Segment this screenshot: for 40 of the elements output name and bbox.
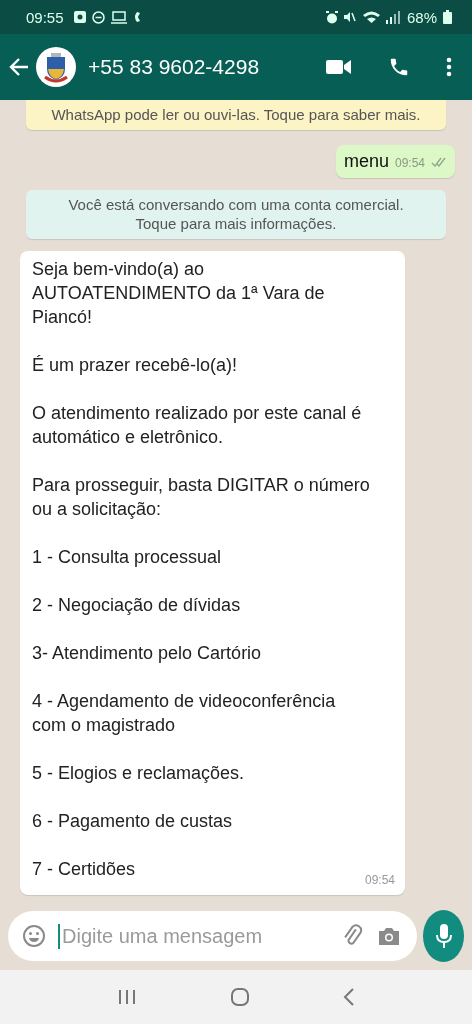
info-notice[interactable]: WhatsApp pode ler ou ouvi-las. Toque para saber mais. [26,100,446,130]
message-paragraph: 3- Atendimento pelo Cartório [32,642,262,665]
phone-icon[interactable] [388,56,410,78]
message-paragraph: 1 - Consulta processual [32,546,222,569]
battery-icon [443,10,452,24]
message-field[interactable]: Digite uma mensagem [8,911,417,961]
message-paragraph: O atendimento realizado por este canal é automático e eletrônico. [32,402,362,449]
message-paragraph: É um prazer recebê-lo(a)! [32,354,238,377]
info-notice[interactable]: Você está conversando com uma conta comercial. Toque para mais informações. [26,190,446,239]
message-text: menu [343,151,389,172]
more-options-icon[interactable] [446,57,452,77]
message-paragraph: 6 - Pagamento de custas [32,810,233,833]
home-icon[interactable] [230,987,250,1007]
video-call-icon[interactable] [326,58,352,76]
wifi-icon [362,11,380,23]
message-paragraph: 5 - Elogios e reclamações. [32,762,245,785]
mute-icon [343,11,357,23]
message-paragraph: Seja bem-vindo(a) ao AUTOATENDIMENTO da 1ª Vara de Piancó! [32,258,325,329]
do-not-disturb-icon [91,10,105,24]
voice-message-button[interactable] [423,910,464,962]
camera-icon[interactable] [377,925,401,947]
message-paragraph: Para prosseguir, basta DIGITAR o número ou a solicitação: [32,474,370,521]
message-time: 09:54 [364,873,395,887]
photo-notification-icon [73,11,86,23]
avatar-icon[interactable] [36,47,76,87]
message-input[interactable]: Digite uma mensagem [58,923,329,949]
signal-icon [385,10,401,24]
message-paragraph: 2 - Negociação de dívidas [32,594,241,617]
back-icon[interactable] [343,987,356,1007]
recent-apps-icon[interactable] [116,989,137,1005]
laptop-icon [110,10,127,24]
microphone-icon [434,923,453,949]
contact-name[interactable]: +55 83 9602-4298 [88,55,260,79]
message-paragraph: 7 - Certidões [32,858,136,881]
emoji-icon[interactable] [22,924,46,948]
battery-percentage: 68% [406,8,437,26]
alarm-icon [325,10,338,24]
message-paragraph: 4 - Agendamento de videoconferência com o magistrado [32,690,336,737]
message-time: 09:54 [394,156,425,170]
status-time: 09:55 [26,8,64,26]
